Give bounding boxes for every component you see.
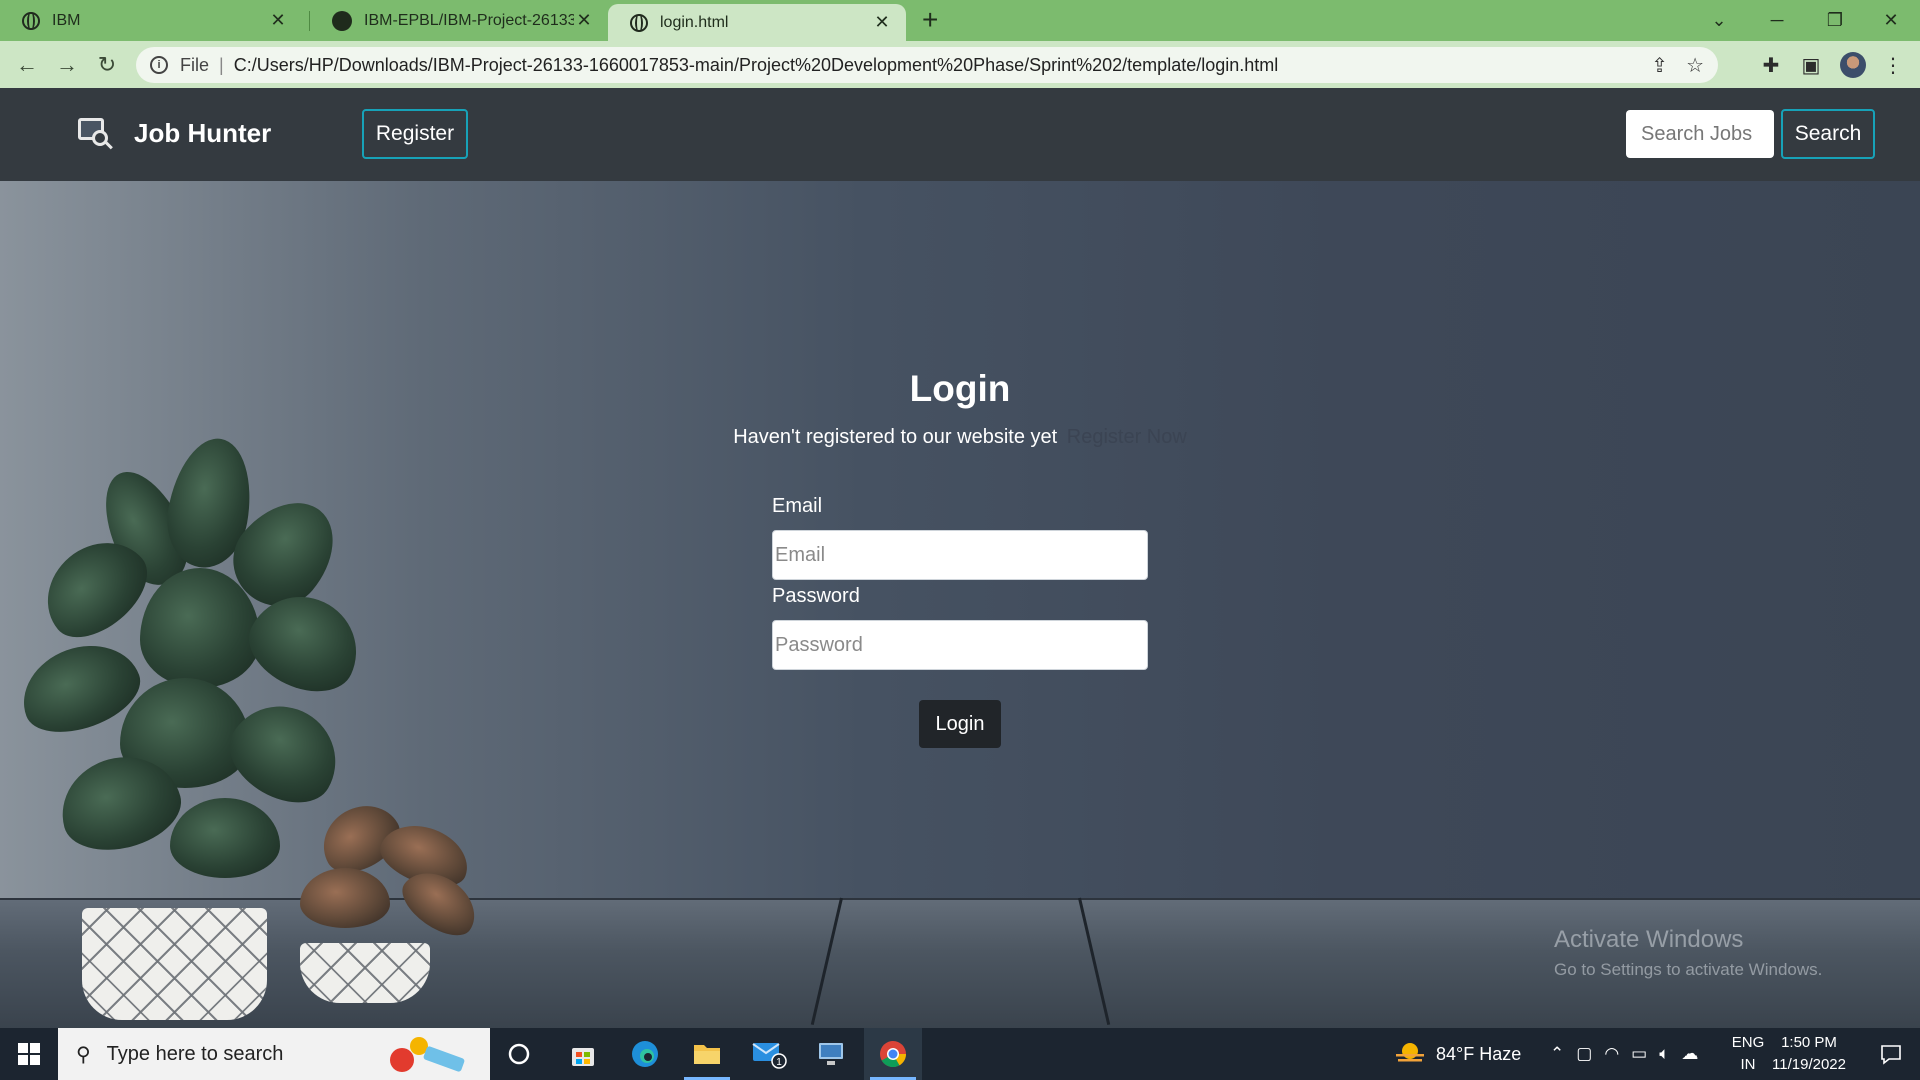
weather-text: 84°F Haze (1436, 1043, 1522, 1064)
taskbar-store-app[interactable] (554, 1028, 612, 1080)
tab-login[interactable]: login.html ✕ (608, 4, 906, 41)
share-icon[interactable]: ⇪ (1651, 53, 1668, 78)
new-tab-button[interactable]: + (922, 6, 938, 34)
windows-taskbar: ⚲ Type here to search 1 84°F Haze ⌃ ▢ ◠ … (0, 1028, 1920, 1080)
taskbar-search-placeholder: Type here to search (106, 1042, 284, 1065)
url-scheme: File (180, 54, 210, 75)
tab-title: IBM-EPBL/IBM-Project-26133-16 (364, 11, 574, 29)
password-field[interactable] (772, 620, 1148, 670)
store-bag-icon (572, 1048, 594, 1066)
menu-kebab-icon[interactable]: ⋮ (1878, 50, 1908, 80)
onedrive-error-icon[interactable]: ☁︎ (1681, 1044, 1698, 1064)
minimize-button[interactable]: ─ (1748, 0, 1806, 41)
battery-icon[interactable]: ▭ (1631, 1044, 1647, 1064)
monitor-icon (819, 1043, 843, 1065)
language-code: ENG (1731, 1034, 1765, 1051)
brand-name: Job Hunter (134, 117, 272, 148)
browser-toolbar: ← → ↻ i File | C:/Users/HP/Downloads/IBM… (0, 41, 1920, 88)
email-field[interactable] (772, 530, 1148, 580)
forward-arrow-icon[interactable]: → (52, 50, 82, 80)
chevron-up-icon[interactable]: ⌃ (1550, 1044, 1564, 1064)
url-divider: | (219, 54, 224, 75)
language-indicator[interactable]: ENG IN (1730, 1032, 1766, 1076)
restore-button[interactable]: ❐ (1806, 0, 1864, 41)
taskbar-file-explorer-app[interactable] (678, 1028, 736, 1080)
edge-browser-icon (632, 1041, 658, 1067)
wifi-icon[interactable]: ◠ (1604, 1044, 1619, 1064)
taskbar-chrome-app[interactable] (864, 1028, 922, 1080)
brand-link[interactable]: Job Hunter (78, 116, 271, 150)
meet-now-icon[interactable]: ▢ (1576, 1044, 1592, 1064)
mail-badge-count: 1 (776, 1057, 782, 1068)
search-highlight-icon (390, 1037, 465, 1072)
system-tray: ⌃ ▢ ◠ ▭ 🔈︎ ☁︎ (1550, 1028, 1698, 1080)
register-prompt-text: Haven't registered to our website yet (733, 426, 1058, 448)
tab-title: IBM (52, 11, 81, 29)
taskbar-remote-desktop-app[interactable] (802, 1028, 860, 1080)
register-prompt: Haven't registered to our website yet Re… (0, 426, 1920, 449)
avatar (1840, 52, 1866, 78)
watermark-title: Activate Windows (1554, 926, 1744, 953)
login-heading: Login (909, 368, 1011, 409)
close-icon[interactable]: ✕ (268, 10, 288, 31)
close-icon[interactable]: ✕ (574, 10, 594, 31)
region-code: IN (1740, 1056, 1756, 1073)
site-navbar: Job Hunter Register Search (0, 88, 1920, 181)
tab-title: login.html (660, 13, 729, 31)
extensions-puzzle-icon[interactable]: ✚ (1756, 50, 1786, 80)
cortana-button[interactable] (490, 1028, 548, 1080)
page-viewport: Job Hunter Register Search Login Haven't… (0, 88, 1920, 1028)
tab-github[interactable]: IBM-EPBL/IBM-Project-26133-16 ✕ (310, 0, 608, 41)
tab-ibm[interactable]: IBM ✕ (0, 0, 302, 41)
window-close-button[interactable]: ✕ (1862, 0, 1920, 41)
chrome-icon (880, 1041, 907, 1068)
register-button[interactable]: Register (362, 109, 468, 159)
profile-avatar[interactable] (1838, 50, 1868, 80)
reload-icon[interactable]: ↻ (92, 50, 122, 80)
clock-time: 1:50 PM (1781, 1034, 1837, 1051)
search-button[interactable]: Search (1781, 109, 1875, 159)
address-bar[interactable]: i File | C:/Users/HP/Downloads/IBM-Proje… (136, 47, 1718, 83)
cortana-circle-icon (508, 1043, 530, 1065)
globe-icon (22, 11, 40, 30)
plant-decoration (0, 378, 500, 1020)
search-icon: ⚲ (76, 1043, 91, 1066)
github-icon (332, 10, 352, 31)
tab-strip: IBM ✕ IBM-EPBL/IBM-Project-26133-16 ✕ lo… (0, 0, 1920, 41)
weather-widget[interactable]: 84°F Haze (1394, 1028, 1521, 1080)
clock-date: 11/19/2022 (1772, 1056, 1846, 1073)
folder-icon (694, 1045, 720, 1064)
mail-icon: 1 (752, 1043, 787, 1069)
tab-search-chevron-icon[interactable]: ⌄ (1690, 0, 1748, 41)
taskbar-mail-app[interactable]: 1 (740, 1028, 798, 1080)
taskbar-search-box[interactable]: ⚲ Type here to search (58, 1028, 490, 1080)
globe-icon (630, 13, 648, 32)
bookmark-star-icon[interactable]: ☆ (1686, 53, 1704, 78)
start-button[interactable] (0, 1028, 58, 1080)
job-search-icon (78, 116, 113, 150)
activate-windows-watermark: Activate Windows Go to Settings to activ… (1554, 926, 1822, 980)
taskbar-clock[interactable]: 1:50 PM 11/19/2022 (1766, 1032, 1852, 1076)
notification-center-button[interactable] (1862, 1028, 1920, 1080)
email-label: Email (772, 495, 823, 517)
register-now-link[interactable]: Register Now (1067, 426, 1187, 448)
search-jobs-input[interactable] (1626, 110, 1774, 158)
notification-icon (1881, 1045, 1901, 1065)
windows-logo-icon (18, 1043, 40, 1065)
login-button[interactable]: Login (919, 700, 1001, 748)
password-label: Password (772, 585, 860, 607)
haze-sun-icon (1396, 1043, 1424, 1062)
taskbar-edge-app[interactable] (616, 1028, 674, 1080)
watermark-subtitle: Go to Settings to activate Windows. (1554, 960, 1823, 979)
close-icon[interactable]: ✕ (872, 12, 892, 33)
url-text[interactable]: C:/Users/HP/Downloads/IBM-Project-26133-… (234, 55, 1279, 76)
back-arrow-icon[interactable]: ← (12, 50, 42, 80)
volume-icon[interactable]: 🔈︎ (1659, 1044, 1669, 1064)
info-icon[interactable]: i (150, 56, 168, 74)
side-panel-icon[interactable]: ▣ (1796, 50, 1826, 80)
